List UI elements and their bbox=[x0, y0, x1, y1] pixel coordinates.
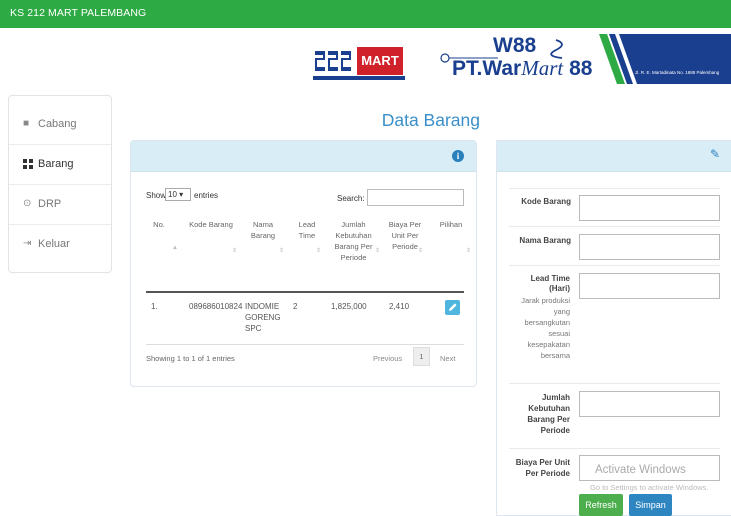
column-header-no[interactable]: No. bbox=[146, 219, 172, 230]
search-input[interactable] bbox=[367, 189, 464, 206]
form-panel-header: ✎ bbox=[497, 141, 731, 172]
kode-barang-input[interactable] bbox=[579, 195, 720, 221]
pencil-icon: ✎ bbox=[710, 147, 721, 161]
jumlah-kebutuhan-label: Jumlah Kebutuhan Barang Per Periode bbox=[527, 393, 570, 435]
entries-label: entries bbox=[194, 191, 219, 200]
column-header-nama[interactable]: Nama Barang bbox=[243, 219, 283, 241]
form-divider bbox=[509, 188, 720, 189]
pagination-previous[interactable]: Previous bbox=[373, 354, 402, 363]
cell-nama: INDOMIE GORENG SPC bbox=[245, 302, 281, 333]
cell-no: 1. bbox=[151, 302, 158, 311]
entries-select[interactable]: 10 ▾ bbox=[165, 188, 191, 201]
target-icon: ⊙ bbox=[23, 198, 32, 209]
cell-lead: 2 bbox=[293, 302, 298, 311]
pencil-icon bbox=[449, 303, 457, 311]
form-panel: ✎ Kode Barang Nama Barang Lead Time (Har… bbox=[496, 140, 731, 516]
sidebar-item-cabang[interactable]: ■ Cabang bbox=[9, 105, 111, 145]
column-header-jumlah[interactable]: Jumlah Kebutuhan Barang Per Periode bbox=[330, 219, 377, 263]
lead-time-label: Lead Time (Hari) bbox=[530, 274, 570, 293]
pagination-next[interactable]: Next bbox=[440, 354, 455, 363]
pagination-page-1[interactable]: 1 bbox=[413, 347, 430, 366]
biaya-per-unit-label: Biaya Per Unit Per Periode bbox=[515, 458, 570, 478]
form-divider bbox=[509, 383, 720, 384]
search-label: Search: bbox=[337, 194, 365, 203]
sort-icon: ⇕ bbox=[279, 248, 285, 254]
logo-warmart-name: PT.WarMart 88 bbox=[452, 56, 593, 80]
refresh-button[interactable]: Refresh bbox=[579, 494, 623, 516]
grid-icon bbox=[23, 159, 33, 169]
form-divider bbox=[509, 226, 720, 227]
logo-212-strip bbox=[313, 76, 405, 80]
column-header-kode[interactable]: Kode Barang bbox=[189, 219, 233, 230]
table-header-divider bbox=[146, 291, 464, 293]
edit-button[interactable] bbox=[445, 300, 460, 315]
table-row-divider bbox=[146, 344, 464, 345]
banner-stripes bbox=[595, 34, 731, 84]
kode-barang-label: Kode Barang bbox=[521, 197, 571, 206]
table-info: Showing 1 to 1 of 1 entries bbox=[146, 354, 235, 363]
cell-kode: 089686010824 bbox=[189, 302, 243, 311]
logo-banner: Jl. R. E. Martadinata No. 1888 Palembang bbox=[595, 34, 731, 84]
logout-icon: ⇥ bbox=[23, 238, 32, 249]
logo-212-icon bbox=[313, 47, 355, 75]
nama-barang-label: Nama Barang bbox=[519, 236, 571, 245]
sidebar: ■ Cabang Barang ⊙ DRP ⇥ Keluar bbox=[8, 95, 112, 273]
table-panel: i Show 10 ▾ entries Search: No. ▲ Kode B… bbox=[130, 140, 477, 387]
logo-warmart-mark: W88 bbox=[493, 34, 537, 57]
table-panel-header: i bbox=[131, 141, 476, 172]
activate-windows-subtitle: Go to Settings to activate Windows. bbox=[590, 483, 709, 492]
sort-icon: ▲ bbox=[172, 245, 178, 251]
page-title: Data Barang bbox=[381, 110, 480, 130]
sidebar-item-label: DRP bbox=[38, 198, 62, 210]
sidebar-item-label: Cabang bbox=[38, 118, 77, 130]
activate-windows-title: Activate Windows bbox=[595, 464, 686, 476]
column-header-pilihan[interactable]: Pilihan bbox=[435, 219, 467, 230]
cell-biaya: 2,410 bbox=[389, 302, 410, 311]
banner-address: Jl. R. E. Martadinata No. 1888 Palembang bbox=[635, 70, 720, 75]
form-divider bbox=[509, 448, 720, 449]
form-divider bbox=[509, 265, 720, 266]
sort-icon: ⇕ bbox=[232, 248, 238, 254]
entries-select-value: 10 bbox=[168, 190, 177, 199]
info-icon[interactable]: i bbox=[452, 150, 464, 162]
square-icon: ■ bbox=[23, 118, 30, 129]
sort-icon: ⇕ bbox=[375, 248, 381, 254]
show-label: Show bbox=[146, 191, 167, 200]
sidebar-item-drp[interactable]: ⊙ DRP bbox=[9, 185, 111, 225]
logo-212-mart-text: MART bbox=[357, 47, 403, 75]
column-header-lead[interactable]: Lead Time bbox=[294, 219, 320, 241]
sidebar-item-keluar[interactable]: ⇥ Keluar bbox=[9, 225, 111, 265]
app-title: KS 212 MART PALEMBANG bbox=[10, 7, 147, 19]
top-bar: KS 212 MART PALEMBANG bbox=[0, 0, 731, 28]
sort-icon: ⇕ bbox=[418, 248, 424, 254]
lead-time-input[interactable] bbox=[579, 273, 720, 299]
sort-icon: ⇕ bbox=[316, 248, 322, 254]
cell-jumlah: 1,825,000 bbox=[331, 302, 367, 311]
nama-barang-input[interactable] bbox=[579, 234, 720, 260]
sidebar-item-label: Keluar bbox=[38, 238, 70, 250]
save-button[interactable]: Simpan bbox=[629, 494, 672, 516]
sidebar-item-barang[interactable]: Barang bbox=[9, 145, 111, 185]
lead-time-help: Jarak produksi yang bersangkutan sesuai … bbox=[521, 296, 570, 360]
logo-212-mart: MART bbox=[313, 45, 405, 83]
sort-icon: ⇕ bbox=[466, 248, 472, 254]
sidebar-item-label: Barang bbox=[38, 158, 74, 170]
jumlah-kebutuhan-input[interactable] bbox=[579, 391, 720, 417]
logo-warmart: W88 PT.WarMart 88 bbox=[438, 34, 592, 84]
